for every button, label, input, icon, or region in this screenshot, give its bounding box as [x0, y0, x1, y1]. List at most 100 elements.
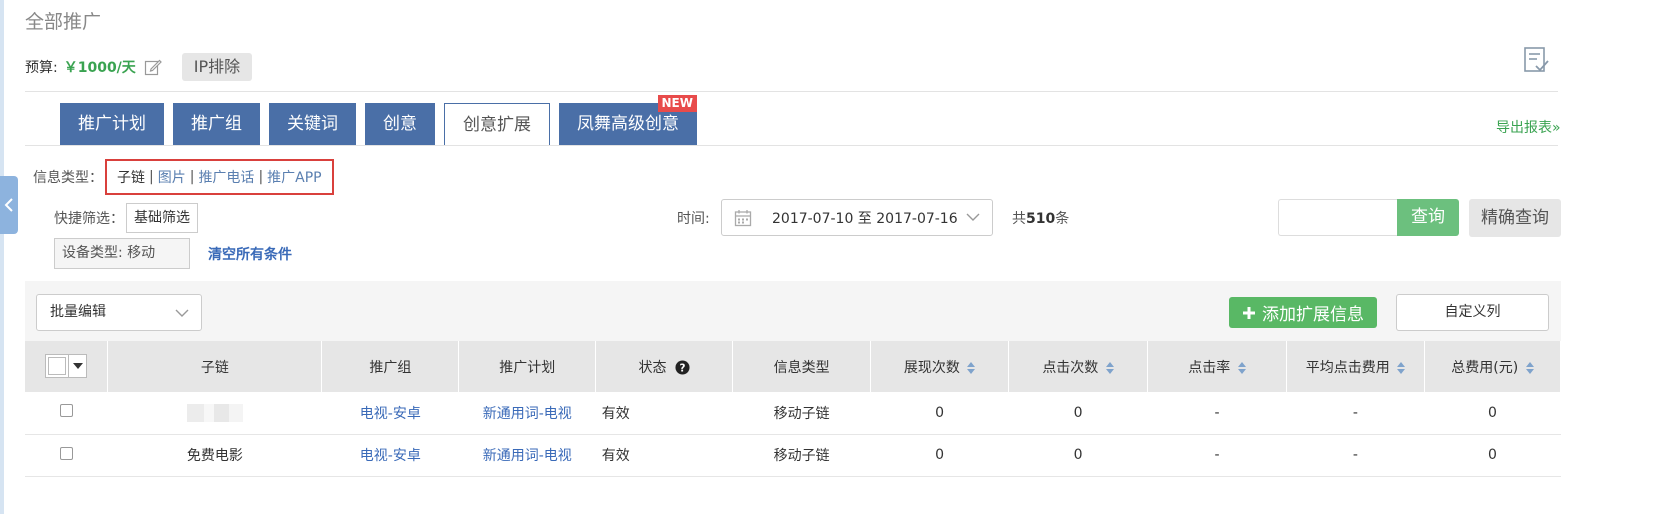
- header-status-label: 状态: [638, 359, 667, 376]
- sort-icon[interactable]: [1237, 361, 1246, 374]
- tab-advanced-creative-wrap: 凤舞高级创意 NEW: [559, 95, 706, 145]
- plus-icon: [1243, 306, 1255, 319]
- cell-avg-cpc: -: [1286, 434, 1425, 477]
- separator: |: [258, 169, 264, 185]
- count-suffix: 条: [1055, 211, 1070, 227]
- calendar-icon: [734, 209, 752, 226]
- header-impressions[interactable]: 展现次数: [870, 341, 1010, 392]
- header-ad-group: 推广组: [321, 341, 460, 392]
- chevron-down-icon: [966, 213, 980, 221]
- tab-creative-extension[interactable]: 创意扩展: [444, 103, 550, 145]
- basic-filter-button[interactable]: 基础筛选: [126, 203, 198, 233]
- precise-search-button[interactable]: 精确查询: [1469, 199, 1561, 237]
- search-button[interactable]: 查询: [1397, 199, 1459, 236]
- export-report-link[interactable]: 导出报表»: [1496, 117, 1561, 137]
- ip-exclude-button[interactable]: IP排除: [181, 53, 253, 81]
- separator: |: [189, 169, 195, 185]
- custom-columns-button[interactable]: 自定义列: [1396, 294, 1549, 331]
- cell-total-cost: 0: [1424, 434, 1561, 477]
- budget-row: 预算: ￥1000/天 IP排除: [25, 52, 253, 82]
- header-select: [25, 341, 109, 392]
- header-impressions-label: 展现次数: [903, 359, 960, 376]
- checkbox[interactable]: [48, 357, 67, 375]
- tab-creative[interactable]: 创意: [365, 103, 435, 145]
- header-clicks-label: 点击次数: [1042, 359, 1099, 376]
- divider: [25, 91, 1558, 92]
- cell-sublink: [107, 392, 322, 435]
- select-all-checkbox[interactable]: [45, 354, 88, 378]
- count-prefix: 共: [1012, 211, 1026, 227]
- tab-ad-group[interactable]: 推广组: [173, 103, 260, 145]
- extension-table: 子链 推广组 推广计划 状态 ? 信息类型 展现次数 点击次数 点击率 平均点击…: [25, 341, 1562, 477]
- cell-info-type: 移动子链: [732, 392, 871, 435]
- cell-clicks: 0: [1008, 392, 1148, 435]
- sidebar-collapse-button[interactable]: [0, 176, 18, 234]
- tab-keywords[interactable]: 关键词: [269, 103, 356, 145]
- cell-avg-cpc: -: [1286, 392, 1425, 435]
- info-type-label: 信息类型：: [33, 170, 103, 186]
- row-checkbox[interactable]: [59, 404, 73, 418]
- cell-status: 有效: [595, 392, 733, 435]
- main-tabs: 推广计划 推广组 关键词 创意 创意扩展 凤舞高级创意 NEW: [60, 95, 706, 145]
- edit-icon[interactable]: [144, 58, 162, 76]
- header-ctr-label: 点击率: [1188, 359, 1231, 376]
- date-range-picker[interactable]: 2017-07-10 至 2017-07-16: [721, 199, 993, 236]
- row-select: [25, 434, 108, 477]
- cell-impressions: 0: [870, 434, 1009, 477]
- new-badge: NEW: [657, 95, 697, 112]
- help-icon[interactable]: ?: [675, 360, 690, 375]
- cell-clicks: 0: [1008, 434, 1148, 477]
- page-title: 全部推广: [25, 11, 102, 33]
- separator: |: [149, 169, 154, 185]
- add-extension-button[interactable]: 添加扩展信息: [1229, 297, 1377, 328]
- info-type-app[interactable]: 推广APP: [267, 167, 321, 187]
- time-label: 时间:: [677, 211, 710, 227]
- sort-icon[interactable]: [1525, 361, 1534, 374]
- info-type-image[interactable]: 图片: [158, 167, 186, 187]
- info-type-sublink[interactable]: 子链: [117, 167, 145, 187]
- header-campaign: 推广计划: [458, 341, 597, 392]
- date-range-value: 2017-07-10 至 2017-07-16: [772, 210, 958, 227]
- add-extension-label: 添加扩展信息: [1262, 305, 1364, 325]
- caret-down-icon: [72, 363, 83, 369]
- batch-edit-select[interactable]: 批量编辑: [36, 294, 202, 331]
- header-status: 状态 ?: [595, 341, 734, 392]
- table-row: 电视-安卓 新通用词-电视 有效 移动子链 0 0 - - 0: [25, 392, 1561, 435]
- sort-icon[interactable]: [967, 361, 976, 374]
- info-type-phone[interactable]: 推广电话: [198, 167, 254, 187]
- count-value: 510: [1026, 211, 1056, 227]
- header-clicks[interactable]: 点击次数: [1008, 341, 1149, 392]
- header-total-cost[interactable]: 总费用(元): [1424, 341, 1562, 392]
- sort-icon[interactable]: [1397, 361, 1406, 374]
- cell-info-type: 移动子链: [732, 434, 871, 477]
- cell-sublink: 免费电影: [107, 434, 322, 477]
- blurred-sublink: [186, 403, 243, 422]
- row-checkbox[interactable]: [59, 446, 73, 460]
- table-toolbar: 批量编辑 添加扩展信息 自定义列: [25, 281, 1561, 341]
- cell-campaign[interactable]: 新通用词-电视: [458, 434, 596, 477]
- search-input[interactable]: [1278, 199, 1398, 236]
- select-dropdown[interactable]: [68, 355, 86, 377]
- header-avg-cpc[interactable]: 平均点击费用: [1286, 341, 1425, 392]
- clear-conditions-link[interactable]: 清空所有条件: [208, 244, 292, 264]
- chevron-left-icon: [4, 198, 13, 212]
- info-type-options: 子链 | 图片 | 推广电话 | 推广APP: [105, 159, 334, 195]
- table-row: 免费电影 电视-安卓 新通用词-电视 有效 移动子链 0 0 - - 0: [25, 434, 1561, 477]
- quick-filter: 快捷筛选： 基础筛选: [54, 203, 198, 233]
- cell-campaign[interactable]: 新通用词-电视: [458, 392, 596, 435]
- cell-ad-group[interactable]: 电视-安卓: [321, 434, 459, 477]
- cell-total-cost: 0: [1424, 392, 1561, 435]
- tab-campaign[interactable]: 推广计划: [60, 103, 164, 145]
- divider: [25, 145, 1558, 146]
- header-ctr[interactable]: 点击率: [1147, 341, 1287, 392]
- sort-icon[interactable]: [1105, 361, 1114, 374]
- report-icon[interactable]: [1523, 46, 1549, 74]
- device-type-tag[interactable]: 设备类型: 移动: [54, 238, 190, 269]
- cell-ad-group[interactable]: 电视-安卓: [321, 392, 459, 435]
- cell-impressions: 0: [870, 392, 1009, 435]
- record-count: 共510条: [1012, 208, 1069, 228]
- chevron-down-icon: [175, 309, 189, 317]
- table-header-row: 子链 推广组 推广计划 状态 ? 信息类型 展现次数 点击次数 点击率 平均点击…: [25, 341, 1562, 392]
- cell-status: 有效: [595, 434, 733, 477]
- cell-ctr: -: [1147, 434, 1287, 477]
